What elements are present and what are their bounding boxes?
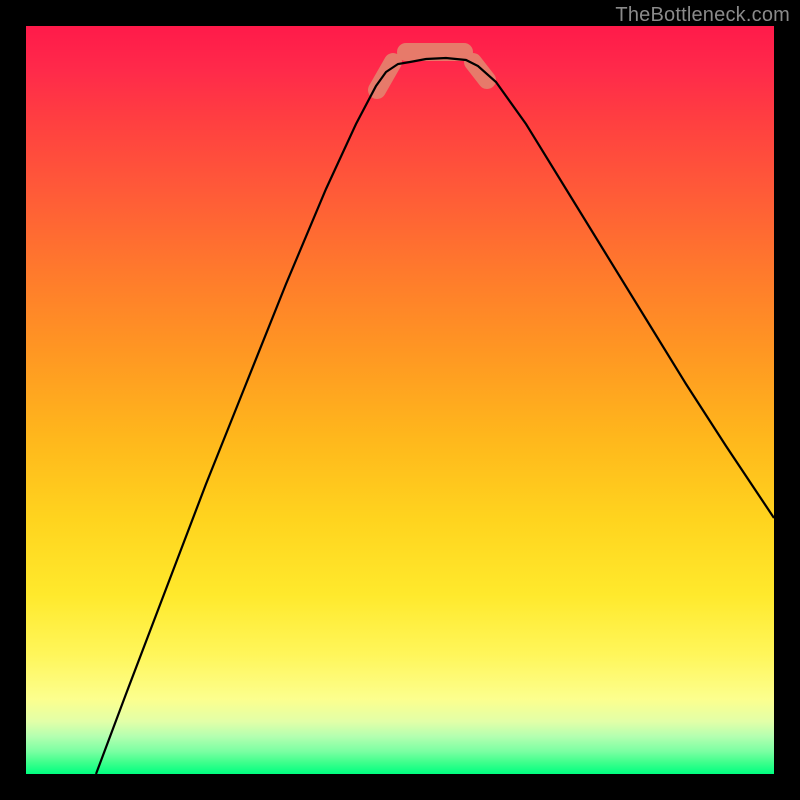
bottom-segment-0 (377, 62, 393, 90)
watermark-text: TheBottleneck.com (615, 4, 790, 27)
bottleneck-curve-path (96, 58, 774, 774)
chart-svg (26, 26, 774, 774)
chart-frame: TheBottleneck.com (0, 0, 800, 800)
plot-area (26, 26, 774, 774)
